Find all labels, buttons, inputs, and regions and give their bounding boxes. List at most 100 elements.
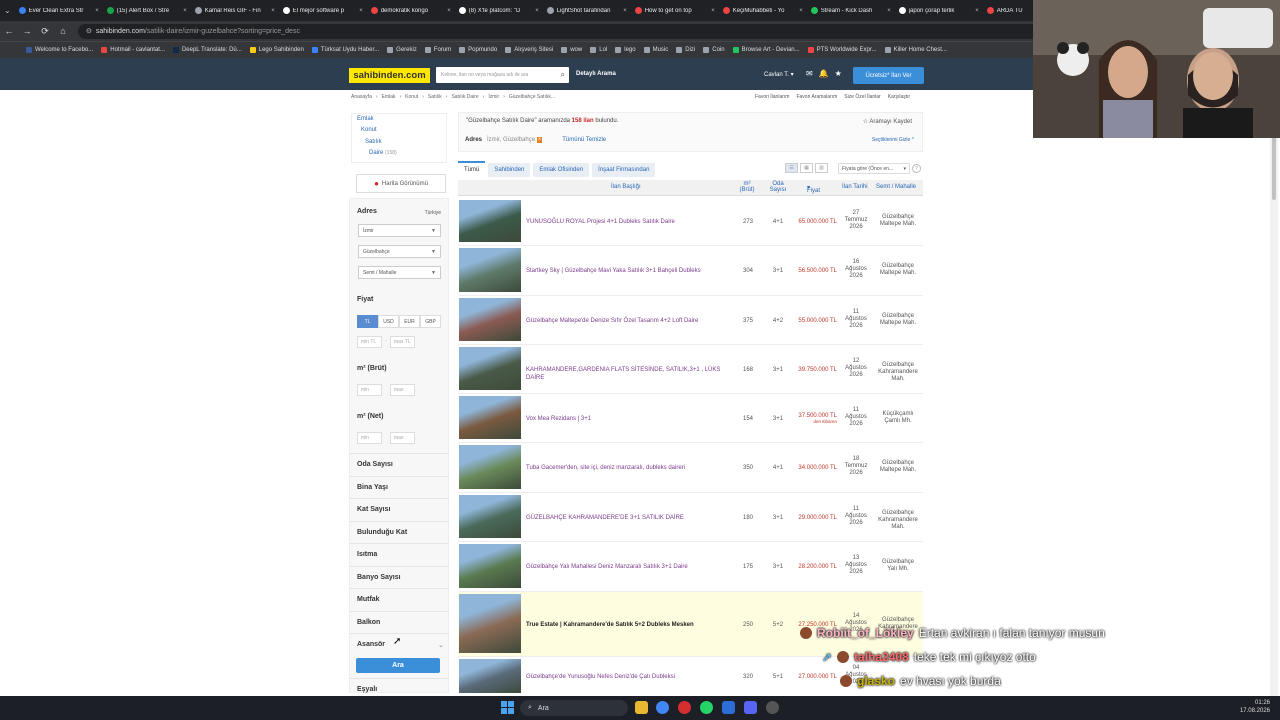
bookmark-item[interactable]: Türksat Uydu Haber... <box>311 47 379 53</box>
chrome-icon[interactable] <box>656 701 669 714</box>
listing-row[interactable]: Tuba Gacemer'den, site içi, deniz manzar… <box>458 443 923 493</box>
bookmark-item[interactable]: Browse Art - Devian... <box>732 47 800 53</box>
close-tab-icon[interactable]: × <box>447 8 451 14</box>
tab-owner[interactable]: Sahibinden <box>488 163 531 177</box>
bookmark-item[interactable]: wow <box>561 47 582 53</box>
bookmark-item[interactable]: Alışveriş Sitesi <box>505 47 553 53</box>
listing-title[interactable]: KAHRAMANDERE,GARDENIA FLATS SİTESİNDE, S… <box>526 366 731 382</box>
search-submit-button[interactable]: Ara <box>356 658 440 673</box>
close-tab-icon[interactable]: × <box>711 8 715 14</box>
site-search-input[interactable]: Kelime, ilan no veya mağaza adı ile ara … <box>436 67 569 83</box>
currency-gbp[interactable]: GBP <box>420 315 441 328</box>
col-title[interactable]: İlan Başlığı <box>611 184 641 190</box>
breadcrumb-item[interactable]: Satılık <box>428 94 442 100</box>
top-link[interactable]: Karşılaştır <box>888 94 911 100</box>
search-icon[interactable]: ⌕ <box>561 70 565 80</box>
listing-row[interactable]: YUNUSOĞLU ROYAL Projesi 4+1 Dubleks Satı… <box>458 198 923 246</box>
col-location[interactable]: Semt / Mahalle <box>876 184 916 190</box>
whatsapp-icon[interactable] <box>700 701 713 714</box>
reload-icon[interactable]: ⟳ <box>36 26 54 37</box>
close-tab-icon[interactable]: × <box>623 8 627 14</box>
gallery-view-icon[interactable]: ▥ <box>815 163 828 173</box>
url-field[interactable]: ⊙ sahibinden.com/satilik-daire/izmir-guz… <box>78 23 1078 39</box>
bookmark-item[interactable]: Killer Home Chest... <box>884 47 947 53</box>
site-logo[interactable]: sahibinden.com <box>349 68 430 83</box>
save-search-button[interactable]: ☆ Aramayı Kaydet <box>863 118 912 125</box>
listing-thumbnail[interactable] <box>459 248 521 292</box>
filter-country[interactable]: Türkiye <box>425 210 441 216</box>
browser-tab[interactable]: demokratik kongo × <box>367 3 455 19</box>
chevron-down-icon[interactable]: ⌄ <box>438 641 444 649</box>
m2-gross-min-input[interactable]: min <box>357 384 382 396</box>
listing-row[interactable]: Güzelbahçe Yalı Mahallesi Deniz Manzaral… <box>458 542 923 592</box>
site-info-icon[interactable]: ⊙ <box>86 27 92 35</box>
bookmark-item[interactable]: Coin <box>703 47 725 53</box>
listing-thumbnail[interactable] <box>459 544 521 588</box>
tab-construction[interactable]: İnşaat Firmasından <box>592 163 656 177</box>
close-tab-icon[interactable]: × <box>359 8 363 14</box>
listing-row[interactable]: GÜZELBAHÇE KAHRAMANDERE'DE 3+1 SATILIK D… <box>458 493 923 542</box>
close-tab-icon[interactable]: × <box>271 8 275 14</box>
taskbar-search[interactable]: ⌕ Ara <box>520 700 628 716</box>
district-select[interactable]: Güzelbahçe ▼ <box>358 245 441 258</box>
breadcrumb-item[interactable]: Güzelbahçe Satılık... <box>509 94 555 100</box>
breadcrumb-item[interactable]: Satılık Daire <box>451 94 478 100</box>
post-ad-button[interactable]: Ücretsiz* İlan Ver <box>853 67 924 84</box>
tab-all[interactable]: Tümü <box>458 161 486 177</box>
listing-thumbnail[interactable] <box>459 347 521 390</box>
listing-title[interactable]: Startkey Sky | Güzelbahçe Mavi Yaka Satı… <box>526 267 731 275</box>
bookmark-item[interactable]: PTS Worldwide Expr... <box>807 47 877 53</box>
listing-thumbnail[interactable] <box>459 445 521 489</box>
filter-section-1[interactable]: Oda Sayısı <box>357 461 393 468</box>
filter-section-9[interactable]: Asansör <box>357 641 385 648</box>
messages-icon[interactable]: ✉ <box>806 69 813 78</box>
active-filter-chip[interactable]: İzmir, Güzelbahçe × <box>487 137 543 143</box>
price-min-input[interactable]: min TL <box>357 336 382 348</box>
back-icon[interactable]: ← <box>0 26 18 36</box>
listing-title[interactable]: Vox Mea Rezidans | 3+1 <box>526 415 731 423</box>
city-select[interactable]: İzmir ▼ <box>358 224 441 237</box>
listing-title[interactable]: YUNUSOĞLU ROYAL Projesi 4+1 Dubleks Satı… <box>526 218 731 226</box>
discord-icon[interactable] <box>744 701 757 714</box>
list-view-icon[interactable]: ☰ <box>785 163 798 173</box>
remove-filter-icon[interactable]: × <box>536 137 543 143</box>
detailed-search-link[interactable]: Detaylı Arama <box>576 71 616 77</box>
favorites-star-icon[interactable]: ★ <box>835 69 842 78</box>
browser-tab[interactable]: El mejor software p × <box>279 3 367 19</box>
windows-start-icon[interactable] <box>501 701 514 714</box>
listing-title[interactable]: Tuba Gacemer'den, site içi, deniz manzar… <box>526 464 731 472</box>
close-tab-icon[interactable]: × <box>95 8 99 14</box>
listing-thumbnail[interactable] <box>459 396 521 439</box>
listing-thumbnail[interactable] <box>459 659 521 693</box>
listing-row[interactable]: KAHRAMANDERE,GARDENIA FLATS SİTESİNDE, S… <box>458 345 923 394</box>
listing-thumbnail[interactable] <box>459 298 521 341</box>
filter-section-6[interactable]: Banyo Sayısı <box>357 574 401 581</box>
col-rooms[interactable]: Oda Sayısı <box>767 181 789 193</box>
col-m2[interactable]: m² (Brüt) <box>737 181 757 193</box>
bookmark-item[interactable]: Welcome to Facebo... <box>26 47 93 53</box>
listing-title[interactable]: Güzelbahçe Yalı Mahallesi Deniz Manzaral… <box>526 563 731 571</box>
hide-selected-link[interactable]: Seçtiklerimi Gizle ^ <box>872 137 914 143</box>
page-scrollbar[interactable] <box>1270 90 1278 696</box>
listing-title[interactable]: True Estate | Kahramandere'de Satılık 5+… <box>526 621 731 629</box>
browser-tab[interactable]: (8) X'te platcom: "D × <box>455 3 543 19</box>
forward-icon[interactable]: → <box>18 26 36 36</box>
neighborhood-select[interactable]: Semt / Mahalle ▼ <box>358 266 441 279</box>
browser-tab[interactable]: Kamal Reis GIF - Fin × <box>191 3 279 19</box>
category-emlak[interactable]: Emlak <box>357 116 374 122</box>
browser-tab[interactable]: KeçiMuhabbeti - Yo × <box>719 3 807 19</box>
browser-tab[interactable]: Stream - Kick Dash × <box>807 3 895 19</box>
grid-view-icon[interactable]: ▦ <box>800 163 813 173</box>
close-tab-icon[interactable]: × <box>799 8 803 14</box>
filter-section-3[interactable]: Kat Sayısı <box>357 506 390 513</box>
listing-title[interactable]: Güzelbahçe Maltepe'de Denize Sıfır Özel … <box>526 317 731 325</box>
listing-row[interactable]: Startkey Sky | Güzelbahçe Mavi Yaka Satı… <box>458 246 923 296</box>
filter-section-4[interactable]: Bulunduğu Kat <box>357 529 407 536</box>
filter-section-7[interactable]: Mutfak <box>357 596 380 603</box>
breadcrumb-item[interactable]: Anasayfa <box>351 94 372 100</box>
filter-section-8[interactable]: Balkon <box>357 619 380 626</box>
bookmark-item[interactable]: Popmundo <box>459 47 497 53</box>
home-icon[interactable]: ⌂ <box>54 26 72 36</box>
price-max-input[interactable]: max TL <box>390 336 415 348</box>
m2-net-max-input[interactable]: max <box>390 432 415 444</box>
